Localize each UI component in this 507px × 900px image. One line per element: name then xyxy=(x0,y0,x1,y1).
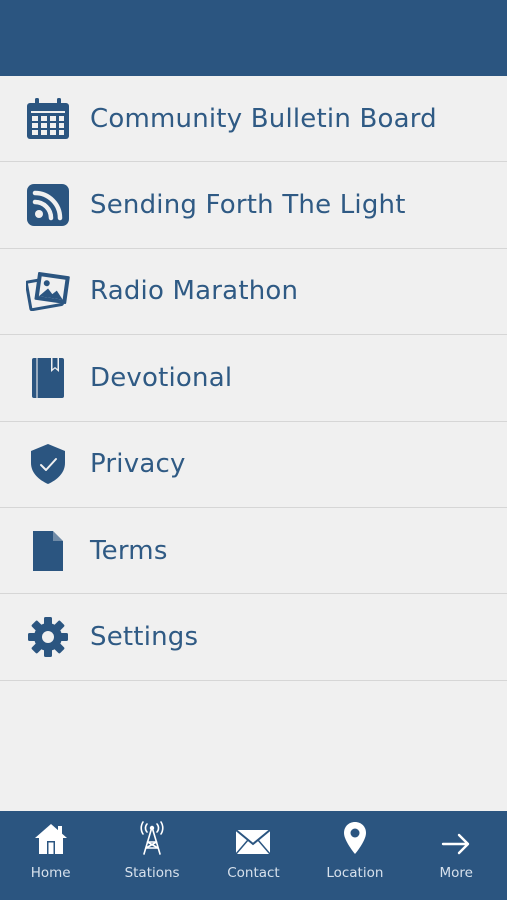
map-pin-icon xyxy=(333,811,377,863)
tab-location[interactable]: Location xyxy=(304,811,405,900)
shield-check-icon xyxy=(24,440,72,488)
envelope-icon xyxy=(231,811,275,863)
bottom-tab-bar: Home Stations Contact Location More xyxy=(0,811,507,900)
arrow-right-icon xyxy=(434,811,478,863)
tab-label: Contact xyxy=(227,865,280,881)
menu-item-terms[interactable]: Terms xyxy=(0,507,507,595)
menu-item-label: Radio Marathon xyxy=(90,276,299,307)
top-app-bar xyxy=(0,0,507,76)
menu-item-label: Terms xyxy=(90,535,168,566)
radio-tower-icon xyxy=(130,811,174,863)
menu-item-label: Sending Forth The Light xyxy=(90,190,406,221)
photos-icon xyxy=(24,267,72,315)
tab-more[interactable]: More xyxy=(406,811,507,900)
menu-item-label: Privacy xyxy=(90,449,186,480)
menu-list: Community Bulletin Board Sending Forth T… xyxy=(0,76,507,681)
menu-item-label: Settings xyxy=(90,622,199,653)
menu-item-privacy[interactable]: Privacy xyxy=(0,421,507,508)
tab-label: More xyxy=(439,865,473,881)
home-icon xyxy=(29,811,73,863)
document-icon xyxy=(24,527,72,575)
menu-item-label: Devotional xyxy=(90,362,233,393)
menu-item-sending-forth-the-light[interactable]: Sending Forth The Light xyxy=(0,162,507,249)
tab-label: Location xyxy=(326,865,384,881)
tab-label: Stations xyxy=(124,865,180,881)
menu-item-label: Community Bulletin Board xyxy=(90,103,437,134)
tab-label: Home xyxy=(30,865,71,881)
menu-item-devotional[interactable]: Devotional xyxy=(0,335,507,422)
tab-stations[interactable]: Stations xyxy=(101,811,202,900)
menu-item-community-bulletin-board[interactable]: Community Bulletin Board xyxy=(0,76,507,163)
gear-icon xyxy=(24,613,72,661)
tab-home[interactable]: Home xyxy=(0,811,101,900)
rss-icon xyxy=(24,181,72,229)
book-icon xyxy=(24,354,72,402)
calendar-icon xyxy=(24,95,72,143)
menu-item-radio-marathon[interactable]: Radio Marathon xyxy=(0,248,507,336)
menu-item-settings[interactable]: Settings xyxy=(0,594,507,681)
tab-contact[interactable]: Contact xyxy=(203,811,304,900)
